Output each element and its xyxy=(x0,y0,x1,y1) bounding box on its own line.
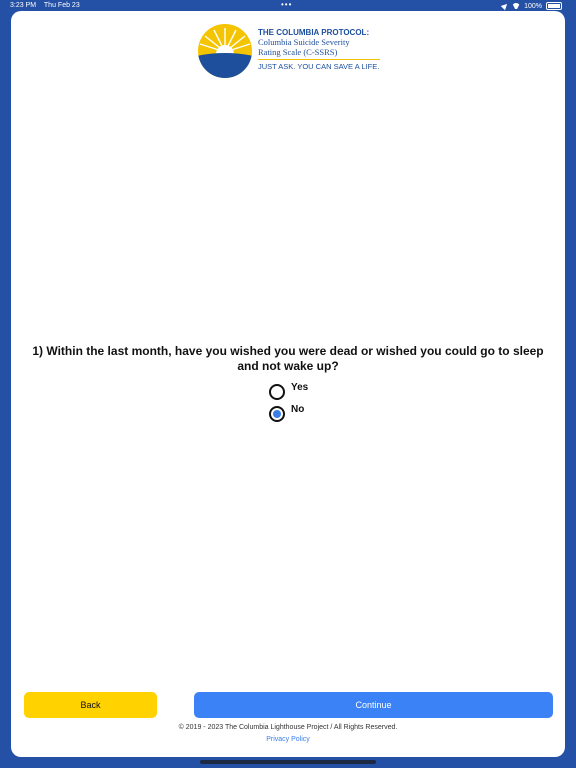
status-time: 3:23 PM xyxy=(10,2,37,9)
main-card: THE COLUMBIA PROTOCOL: Columbia Suicide … xyxy=(11,11,565,757)
privacy-policy-link[interactable]: Privacy Policy xyxy=(11,736,565,743)
status-left: 3:23 PM Thu Feb 23 xyxy=(10,2,86,9)
battery-percent: 100% xyxy=(524,2,542,10)
copyright-text: © 2019 - 2023 The Columbia Lighthouse Pr… xyxy=(178,724,398,731)
back-button[interactable]: Back xyxy=(24,692,157,718)
home-indicator[interactable] xyxy=(200,760,376,764)
logo-tagline: JUST ASK. YOU CAN SAVE A LIFE. xyxy=(258,62,380,71)
wifi-icon xyxy=(512,3,520,9)
radio-no[interactable] xyxy=(269,406,285,422)
battery-icon xyxy=(546,2,562,10)
continue-button[interactable]: Continue xyxy=(194,692,553,718)
location-icon xyxy=(500,1,510,11)
status-date: Thu Feb 23 xyxy=(43,2,80,9)
status-right: 100% xyxy=(500,1,562,11)
option-no[interactable]: No xyxy=(269,403,304,422)
logo-title: THE COLUMBIA PROTOCOL: xyxy=(258,28,370,37)
option-no-label[interactable]: No xyxy=(291,404,304,415)
logo-text: THE COLUMBIA PROTOCOL: Columbia Suicide … xyxy=(258,28,380,71)
logo-subtitle-line1: Columbia Suicide Severity xyxy=(258,37,350,47)
radio-yes[interactable] xyxy=(269,384,285,400)
option-yes-label[interactable]: Yes xyxy=(291,382,308,393)
multitasking-dots[interactable]: ••• xyxy=(281,0,292,9)
logo-subtitle-line2: Rating Scale (C-SSRS) xyxy=(258,47,338,57)
logo-divider xyxy=(258,59,380,60)
option-yes[interactable]: Yes xyxy=(269,381,308,400)
columbia-protocol-logo: THE COLUMBIA PROTOCOL: Columbia Suicide … xyxy=(196,22,396,82)
sun-over-water-icon xyxy=(198,24,252,78)
question-text: 1) Within the last month, have you wishe… xyxy=(32,344,544,373)
